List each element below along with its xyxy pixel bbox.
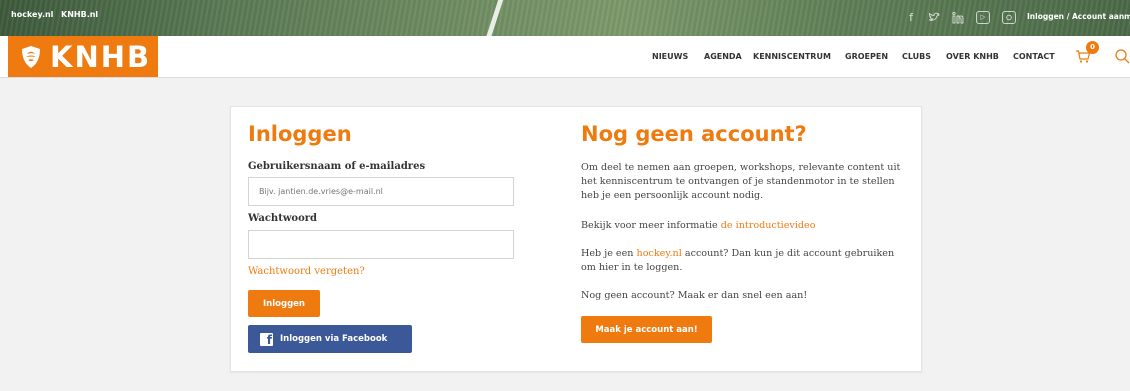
twitter-icon[interactable] <box>927 11 941 24</box>
password-field[interactable] <box>248 230 514 259</box>
password-label: Wachtwoord <box>248 213 318 224</box>
top-bar: hockey.nl KNHB.nl f ▷ Inloggen / Account… <box>0 0 1130 36</box>
video-prefix: Bekijk voor meer informatie <box>581 220 721 231</box>
register-title: Nog geen account? <box>581 122 807 146</box>
field-stripe <box>484 0 505 36</box>
nav-agenda[interactable]: AGENDA <box>704 52 742 61</box>
login-register-link[interactable]: Inloggen / Account aanmaken <box>1027 12 1130 21</box>
site-header: KNHB NIEUWS AGENDA KENNISCENTRUM GROEPEN… <box>0 36 1130 78</box>
nav-over-knhb[interactable]: OVER KNHB <box>946 52 999 61</box>
hockey-nl-account-link[interactable]: hockey.nl <box>637 248 682 259</box>
knhb-nl-link[interactable]: KNHB.nl <box>61 10 98 19</box>
linkedin-icon[interactable] <box>951 11 965 24</box>
crest-icon <box>22 45 40 68</box>
instagram-icon[interactable] <box>1002 11 1016 24</box>
intro-video-link[interactable]: de introductievideo <box>721 220 816 231</box>
forgot-password-link[interactable]: Wachtwoord vergeten? <box>248 266 365 277</box>
nav-contact[interactable]: CONTACT <box>1013 52 1055 61</box>
nav-kenniscentrum[interactable]: KENNISCENTRUM <box>753 52 831 61</box>
register-intro: Om deel te nemen aan groepen, workshops,… <box>581 162 901 201</box>
facebook-icon: f <box>260 332 273 346</box>
facebook-icon[interactable]: f <box>904 11 918 24</box>
video-paragraph: Bekijk voor meer informatie de introduct… <box>581 219 911 233</box>
knhb-logo[interactable]: KNHB <box>8 36 158 77</box>
username-label: Gebruikersnaam of e-mailadres <box>248 161 426 172</box>
nav-groepen[interactable]: GROEPEN <box>845 52 888 61</box>
search-icon[interactable] <box>1114 48 1130 64</box>
hockey-paragraph: Heb je een hockey.nl account? Dan kun je… <box>581 247 911 275</box>
create-account-button[interactable]: Maak je account aan! <box>581 316 712 343</box>
login-button[interactable]: Inloggen <box>248 290 320 317</box>
facebook-login-label: Inloggen via Facebook <box>280 334 388 344</box>
nav-clubs[interactable]: CLUBS <box>902 52 931 61</box>
hockey-prefix: Heb je een <box>581 248 637 259</box>
logo-text: KNHB <box>50 39 152 74</box>
no-account-text: Nog geen account? Maak er dan snel een a… <box>581 290 808 301</box>
youtube-icon[interactable]: ▷ <box>976 11 990 24</box>
nav-nieuws[interactable]: NIEUWS <box>652 52 688 61</box>
facebook-login-button[interactable]: f Inloggen via Facebook <box>248 325 412 353</box>
hockey-nl-link[interactable]: hockey.nl <box>11 10 53 19</box>
username-field[interactable] <box>248 177 514 206</box>
login-title: Inloggen <box>248 122 352 146</box>
cart-count-badge: 0 <box>1086 41 1099 54</box>
